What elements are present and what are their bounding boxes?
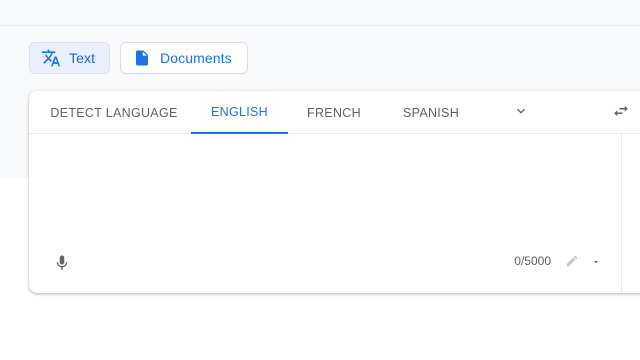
source-text-input[interactable] [47, 147, 601, 251]
tab-spanish[interactable]: SPANISH [387, 91, 475, 134]
microphone-icon [53, 253, 71, 278]
pane-divider [621, 134, 622, 293]
tab-french[interactable]: FRENCH [295, 91, 373, 134]
pencil-icon [565, 254, 579, 273]
tab-detect-language[interactable]: DETECT LANGUAGE [39, 91, 189, 134]
documents-mode-button[interactable]: Documents [120, 42, 248, 74]
text-mode-label: Text [69, 50, 96, 66]
header-divider [0, 25, 640, 26]
more-languages-button[interactable] [509, 102, 533, 124]
swap-languages-button[interactable] [609, 102, 633, 124]
swap-languages-icon [612, 102, 630, 125]
character-counter: 0/5000 [514, 254, 551, 268]
translator-card: DETECT LANGUAGE ENGLISH FRENCH SPANISH 0… [29, 91, 640, 293]
text-mode-button[interactable]: Text [29, 42, 110, 74]
chevron-down-icon [513, 103, 529, 124]
input-tools-dropdown[interactable] [589, 255, 603, 271]
handwriting-button[interactable] [563, 253, 581, 273]
tab-english[interactable]: ENGLISH [191, 91, 288, 134]
translate-icon [41, 48, 61, 68]
caret-down-icon [591, 254, 601, 272]
documents-mode-label: Documents [160, 50, 232, 66]
document-icon [132, 48, 152, 68]
voice-input-button[interactable] [51, 253, 73, 277]
source-language-tabs: DETECT LANGUAGE ENGLISH FRENCH SPANISH [29, 91, 640, 134]
